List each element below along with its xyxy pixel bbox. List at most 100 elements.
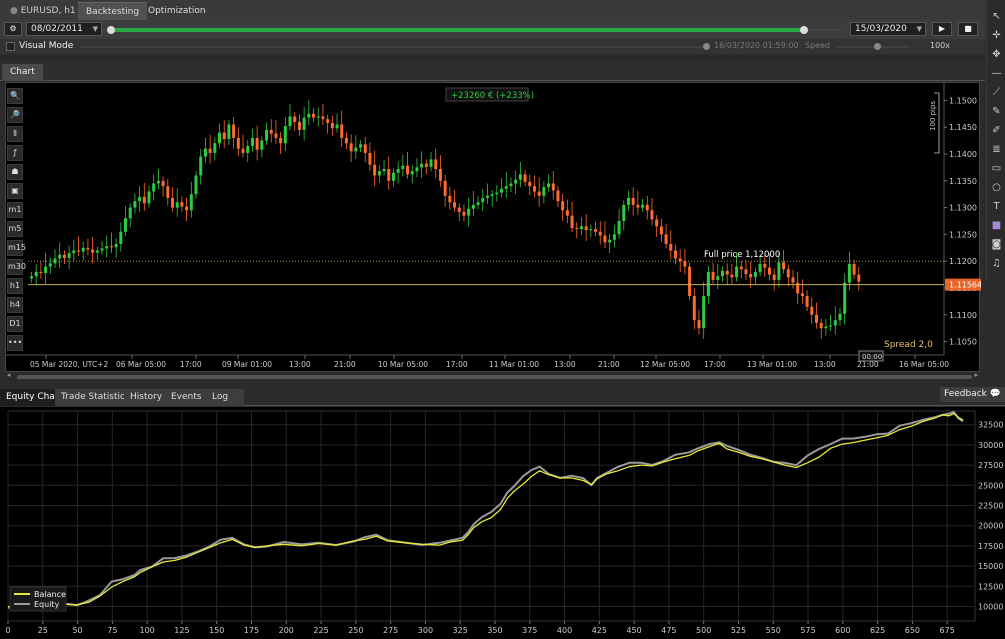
candle-down[interactable] (594, 229, 598, 232)
candle-down[interactable] (424, 163, 428, 167)
candle-down[interactable] (655, 219, 659, 227)
candle-up[interactable] (152, 183, 156, 192)
candle-down[interactable] (321, 116, 325, 120)
candle-up[interactable] (199, 156, 203, 176)
candle-down[interactable] (255, 137, 259, 150)
candle-down[interactable] (730, 274, 734, 278)
tab-optimization[interactable]: Optimization (140, 2, 214, 20)
candle-up[interactable] (410, 171, 414, 175)
candle-down[interactable] (565, 210, 569, 216)
alert-icon[interactable]: ♫ (990, 257, 1003, 270)
candle-down[interactable] (598, 231, 602, 236)
candle-down[interactable] (584, 226, 588, 231)
candle-up[interactable] (542, 187, 546, 196)
brush-icon[interactable]: ✐ (990, 124, 1003, 137)
candle-down[interactable] (344, 137, 348, 144)
candle-up[interactable] (706, 271, 710, 297)
candle-up[interactable] (847, 263, 851, 283)
candle-up[interactable] (753, 271, 757, 278)
candle-up[interactable] (67, 253, 71, 258)
candle-down[interactable] (570, 215, 574, 228)
candle-up[interactable] (833, 320, 837, 326)
candle-down[interactable] (791, 277, 795, 283)
candle-up[interactable] (100, 248, 104, 251)
candle-up[interactable] (485, 195, 489, 198)
candle-down[interactable] (561, 201, 565, 211)
candle-down[interactable] (77, 250, 81, 252)
candle-up[interactable] (359, 144, 363, 148)
candle-down[interactable] (91, 249, 95, 253)
candle-up[interactable] (391, 172, 395, 181)
candle-down[interactable] (523, 174, 527, 182)
candle-down[interactable] (297, 121, 301, 130)
candle-down[interactable] (269, 129, 273, 134)
candle-down[interactable] (241, 148, 245, 153)
candle-up[interactable] (133, 201, 137, 208)
candle-down[interactable] (697, 320, 701, 329)
candle-down[interactable] (739, 266, 743, 270)
candle-down[interactable] (330, 122, 334, 129)
candle-down[interactable] (109, 246, 113, 248)
candle-up[interactable] (260, 140, 264, 150)
candle-up[interactable] (415, 167, 419, 172)
indicators-icon[interactable]: ƒ (7, 145, 23, 161)
candle-down[interactable] (340, 124, 344, 138)
candle-up[interactable] (720, 270, 724, 277)
candle-down[interactable] (434, 159, 438, 170)
candle-up[interactable] (509, 183, 513, 187)
candle-up[interactable] (302, 117, 306, 130)
candle-up[interactable] (702, 296, 706, 329)
candle-down[interactable] (688, 266, 692, 297)
candle-up[interactable] (95, 250, 99, 253)
candle-up[interactable] (354, 147, 358, 152)
candle-down[interactable] (744, 269, 748, 275)
color-icon[interactable]: ■ (990, 219, 1003, 232)
tab-log[interactable]: Log (206, 389, 244, 406)
cursor-icon[interactable]: ↖ (990, 10, 1003, 23)
candle-up[interactable] (377, 171, 381, 176)
zoom-in-icon[interactable]: 🔍 (7, 88, 23, 104)
crosshair-icon[interactable]: ✛ (990, 29, 1003, 42)
candle-down[interactable] (222, 132, 226, 139)
candle-down[interactable] (749, 274, 753, 278)
candle-down[interactable] (786, 269, 790, 278)
candle-up[interactable] (420, 163, 424, 168)
candle-up[interactable] (105, 246, 109, 249)
candle-down[interactable] (711, 271, 715, 280)
candle-down[interactable] (819, 322, 823, 329)
candle-up[interactable] (429, 159, 433, 167)
candle-up[interactable] (504, 186, 508, 189)
candle-up[interactable] (382, 169, 386, 172)
candle-up[interactable] (467, 208, 471, 216)
candle-down[interactable] (725, 270, 729, 275)
candle-up[interactable] (58, 254, 62, 259)
candle-down[interactable] (453, 202, 457, 208)
candle-down[interactable] (551, 183, 555, 191)
robot-icon[interactable]: ☗ (7, 164, 23, 180)
zoom-out-icon[interactable]: 🔎 (7, 107, 23, 123)
candle-down[interactable] (763, 263, 767, 268)
candle-up[interactable] (34, 271, 38, 277)
candle-up[interactable] (547, 183, 551, 188)
candle-up[interactable] (283, 126, 287, 144)
candle-down[interactable] (232, 124, 236, 138)
candle-down[interactable] (857, 274, 861, 282)
candle-up[interactable] (617, 221, 621, 235)
candle-up[interactable] (194, 175, 198, 195)
candle-down[interactable] (462, 211, 466, 216)
stop-button[interactable]: ■ (958, 22, 978, 36)
equity-chart-panel[interactable]: 10000 12500 15000 17500 20000 22500 25000 27500… (0, 407, 1005, 639)
candle-up[interactable] (227, 124, 231, 139)
candle-down[interactable] (406, 165, 410, 175)
candle-up[interactable] (401, 165, 405, 170)
candle-up[interactable] (246, 145, 250, 153)
candle-down[interactable] (556, 190, 560, 202)
candle-up[interactable] (579, 226, 583, 230)
candle-down[interactable] (810, 306, 814, 315)
candle-down[interactable] (650, 210, 654, 220)
candle-up[interactable] (476, 202, 480, 205)
candle-down[interactable] (208, 148, 212, 153)
symbol-tab[interactable]: ● EURUSD, h1 (2, 2, 84, 20)
candle-up[interactable] (608, 239, 612, 243)
candle-down[interactable] (161, 180, 165, 187)
